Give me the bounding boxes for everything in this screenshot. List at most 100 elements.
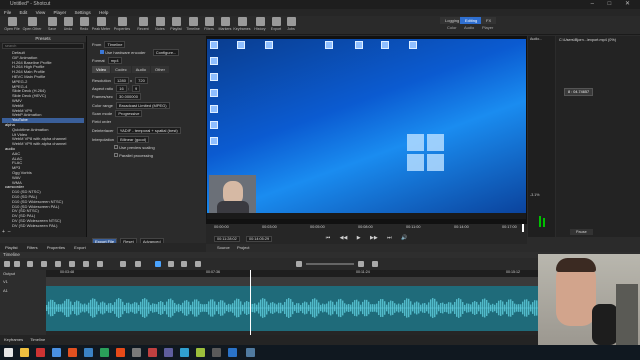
lift-icon[interactable]	[83, 261, 89, 267]
zoom-in-icon[interactable]	[358, 261, 364, 267]
interpolation-select[interactable]: Bilinear (good)	[117, 136, 150, 143]
waveform-sample	[412, 304, 414, 312]
player-scrubber[interactable]: 00:00:00 00:03:00 00:05:00 00:08:00 00:11:00…	[206, 224, 527, 243]
tab-properties[interactable]: Properties	[47, 245, 65, 250]
preview-scaling-checkbox[interactable]	[114, 145, 118, 149]
desktop-icon	[355, 41, 363, 49]
hw-encoder-checkbox[interactable]	[100, 50, 104, 54]
app-icon[interactable]	[148, 348, 157, 357]
start-icon[interactable]	[4, 348, 13, 357]
configure-button[interactable]: Configure...	[152, 49, 180, 56]
marker-icon[interactable]	[120, 261, 126, 267]
app-icon[interactable]	[180, 348, 189, 357]
overwrite-icon[interactable]	[97, 261, 103, 267]
open-file-button[interactable]: Open File	[2, 17, 22, 31]
app-icon[interactable]	[84, 348, 93, 357]
layout-audio[interactable]: Audio	[464, 25, 474, 30]
ripple-icon[interactable]	[181, 261, 187, 267]
keyframes-button[interactable]: Keyframes	[232, 17, 252, 31]
aspect-width[interactable]: 16	[116, 85, 127, 92]
tab-video[interactable]: Video	[92, 66, 111, 73]
playhead[interactable]	[522, 224, 524, 232]
ripple-all-icon[interactable]	[195, 261, 201, 267]
zoom-fit-icon[interactable]	[372, 261, 378, 267]
app-icon[interactable]	[36, 348, 45, 357]
tab-keyframes[interactable]: Keyframes	[4, 337, 23, 342]
resolution-height[interactable]: 720	[135, 77, 148, 84]
snap-icon[interactable]	[155, 261, 161, 267]
timeline-playhead[interactable]	[250, 270, 251, 335]
delete-icon[interactable]	[69, 261, 75, 267]
paste-icon[interactable]	[41, 261, 47, 267]
menu-file[interactable]: File	[4, 10, 11, 15]
open-other-button[interactable]: Open Other	[22, 17, 42, 31]
volume-icon[interactable]: 🔊	[401, 235, 407, 241]
layout-color[interactable]: Color	[447, 25, 457, 30]
fps-input[interactable]: 30.000000	[116, 93, 141, 100]
zoom-slider[interactable]	[306, 263, 354, 265]
jobs-button[interactable]: Jobs	[281, 17, 301, 31]
rewind-icon[interactable]: ◀◀	[340, 235, 348, 241]
tab-playlist[interactable]: Playlist	[5, 245, 18, 250]
parallel-processing-checkbox[interactable]	[114, 153, 118, 157]
properties-button[interactable]: Properties	[112, 17, 132, 31]
app-icon[interactable]	[228, 348, 237, 357]
browser-icon[interactable]	[52, 348, 61, 357]
app-icon[interactable]	[164, 348, 173, 357]
app-icon[interactable]	[212, 348, 221, 357]
cut-icon[interactable]	[14, 261, 20, 267]
tab-codec[interactable]: Codec	[111, 66, 131, 73]
menu-edit[interactable]: Edit	[20, 10, 28, 15]
zoom-out-icon[interactable]	[296, 261, 302, 267]
tab-export[interactable]: Export	[74, 245, 86, 250]
app-icon[interactable]	[132, 348, 141, 357]
layout-editing[interactable]: Editing	[460, 17, 483, 24]
tab-source[interactable]: Source	[217, 243, 230, 252]
video-preview[interactable]	[206, 36, 527, 232]
app-icon[interactable]	[100, 348, 109, 357]
skip-start-icon[interactable]: ⏮	[326, 235, 331, 241]
peak-meter-button[interactable]: Peak Meter	[91, 17, 111, 31]
skip-end-icon[interactable]: ⏭	[387, 235, 392, 241]
tab-audio[interactable]: Audio	[131, 66, 150, 73]
app-icon[interactable]	[116, 348, 125, 357]
shotcut-icon[interactable]	[246, 348, 255, 357]
app-icon[interactable]	[68, 348, 77, 357]
current-time-field[interactable]: 00:11:28:02	[214, 236, 240, 242]
menu-view[interactable]: View	[36, 10, 46, 15]
tab-timeline[interactable]: Timeline	[30, 337, 45, 342]
scan-mode-select[interactable]: Progressive	[115, 110, 143, 117]
tab-other[interactable]: Other	[150, 66, 169, 73]
preset-add-button[interactable]: + –	[2, 229, 10, 235]
resolution-label: Resolution	[92, 78, 111, 83]
track-a1-label[interactable]: A1	[3, 288, 8, 293]
color-range-select[interactable]: Broadcast Limited (MPEG)	[116, 102, 170, 109]
append-icon[interactable]	[55, 261, 61, 267]
scrub-icon[interactable]	[168, 261, 174, 267]
layout-player[interactable]: Player	[482, 25, 493, 30]
app-icon[interactable]	[196, 348, 205, 357]
format-select[interactable]: mp4	[107, 57, 122, 64]
pause-button[interactable]: Pause	[570, 229, 593, 235]
copy-icon[interactable]	[27, 261, 33, 267]
explorer-icon[interactable]	[20, 348, 29, 357]
presets-search-input[interactable]: search	[2, 43, 84, 49]
from-select[interactable]: Timeline	[104, 41, 126, 48]
window-controls[interactable]: – □ ✕	[591, 0, 636, 9]
menu-settings[interactable]: Settings	[75, 10, 91, 15]
fast-forward-icon[interactable]: ▶▶	[370, 235, 378, 241]
menu-icon[interactable]	[4, 261, 10, 267]
play-icon[interactable]: ▶	[357, 235, 361, 241]
tab-filters[interactable]: Filters	[27, 245, 38, 250]
tab-project[interactable]: Project	[237, 243, 249, 252]
aspect-height[interactable]: 9	[132, 85, 141, 92]
resolution-width[interactable]: 1280	[114, 77, 129, 84]
menu-player[interactable]: Player	[54, 10, 67, 15]
menu-help[interactable]: Help	[99, 10, 108, 15]
prev-marker-icon[interactable]	[135, 261, 141, 267]
preset-item[interactable]: DV (SD Widescreen PAL)	[2, 224, 84, 229]
track-v1-label[interactable]: V1	[3, 279, 8, 284]
job-path[interactable]: C:\Users\Bjorn...\export.mp4 (0%)	[556, 36, 640, 44]
deinterlacer-select[interactable]: YADIF - temporal + spatial (best)	[116, 127, 181, 134]
layout-fx[interactable]: FX	[481, 17, 497, 24]
